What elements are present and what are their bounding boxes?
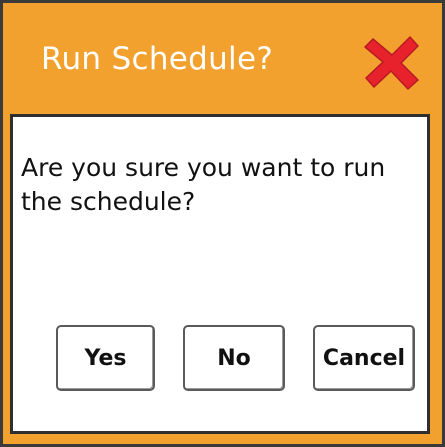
yes-button[interactable]: Yes: [56, 325, 155, 391]
run-schedule-dialog: Run Schedule? Are you sure you want to r…: [0, 0, 445, 447]
dialog-titlebar: Run Schedule?: [3, 3, 442, 114]
close-button[interactable]: [360, 30, 424, 94]
close-x-icon: [364, 36, 419, 90]
dialog-body: Are you sure you want to run the schedul…: [10, 114, 430, 434]
no-button[interactable]: No: [183, 325, 285, 391]
dialog-title: Run Schedule?: [41, 41, 274, 77]
cancel-button[interactable]: Cancel: [313, 325, 415, 391]
dialog-message: Are you sure you want to run the schedul…: [21, 153, 386, 216]
